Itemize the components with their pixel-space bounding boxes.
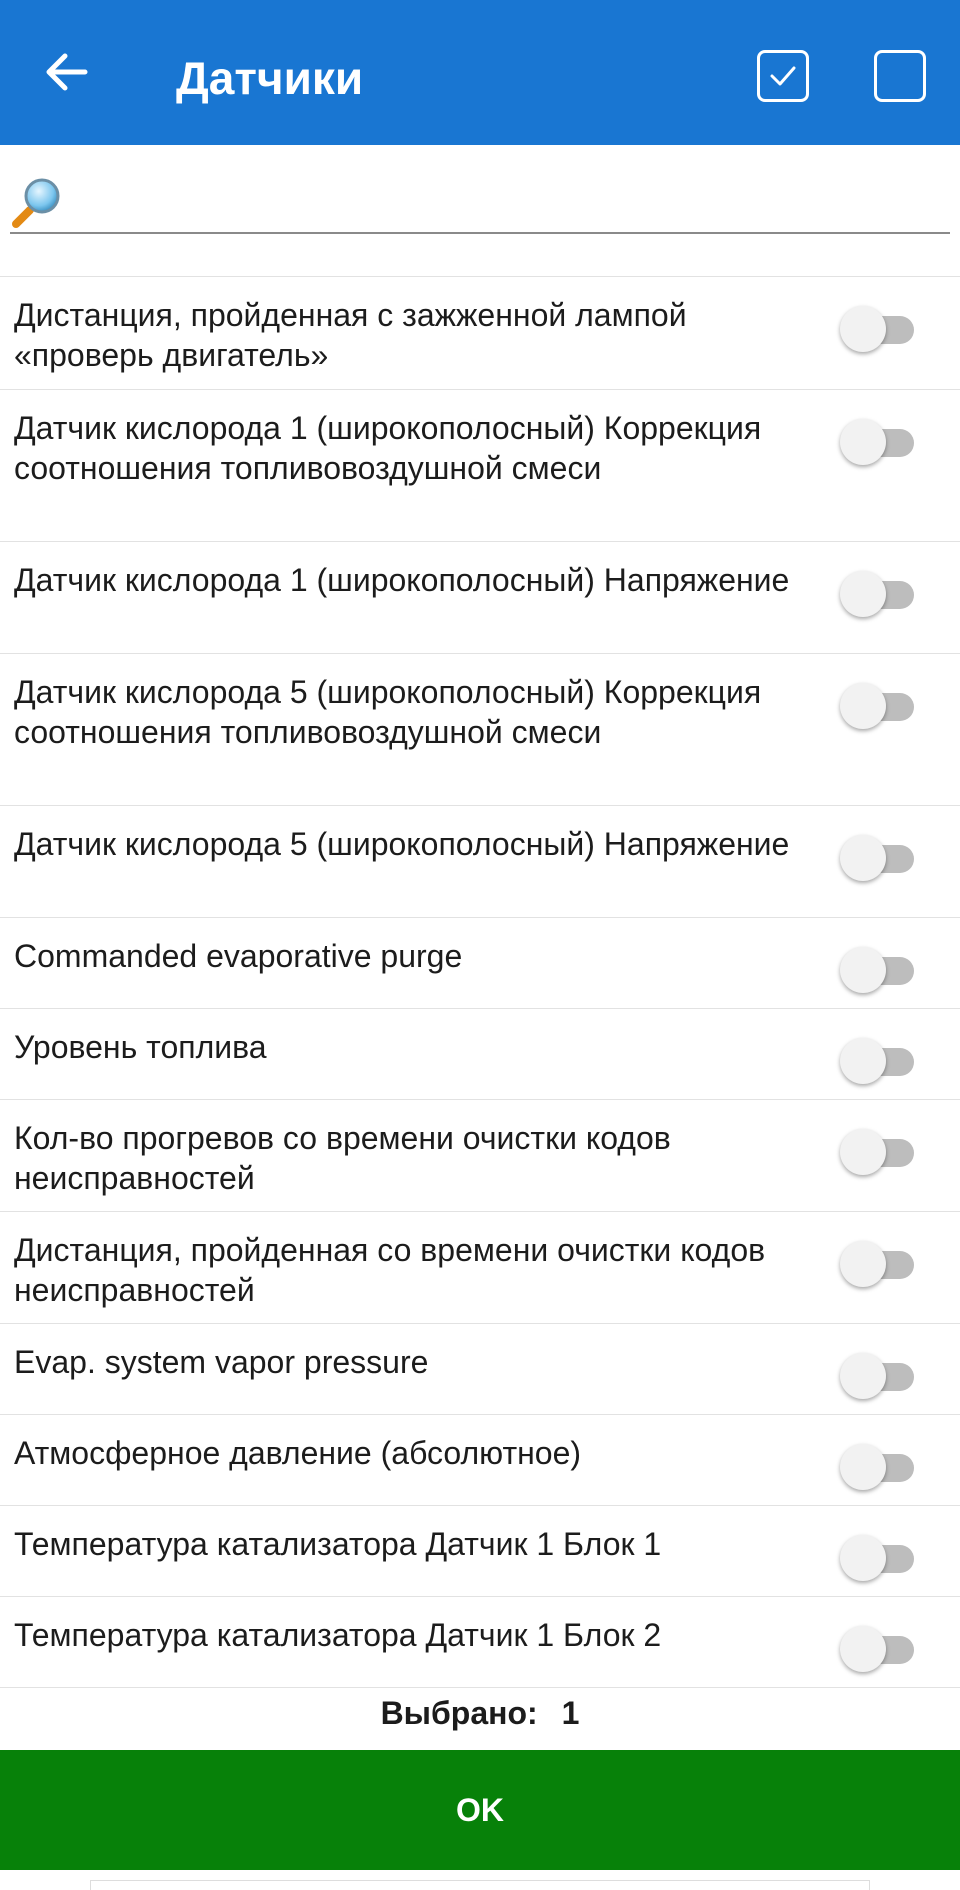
toggle-thumb bbox=[840, 683, 886, 729]
magnifier-icon bbox=[12, 178, 60, 228]
list-item-label: Атмосферное давление (абсолютное) bbox=[14, 1435, 582, 1471]
list-item-label: Кол-во прогревов со времени очистки кодо… bbox=[14, 1120, 671, 1196]
list-item-label: Уровень топлива bbox=[14, 1029, 267, 1065]
selected-count: 1 bbox=[561, 1695, 580, 1731]
toggle-thumb bbox=[840, 835, 886, 881]
bottom-edge bbox=[90, 1880, 870, 1890]
page-title: Датчики bbox=[176, 52, 364, 104]
toggle-switch[interactable] bbox=[840, 566, 920, 620]
list-item[interactable]: Кол-во прогревов со времени очистки кодо… bbox=[0, 1100, 960, 1212]
toggle-switch[interactable] bbox=[840, 1348, 920, 1402]
select-none-button[interactable] bbox=[874, 50, 926, 102]
list-item-label: Датчик кислорода 5 (широкополосный) Корр… bbox=[14, 674, 762, 750]
app-bar: Датчики bbox=[0, 0, 960, 145]
list-item-label: Датчик кислорода 1 (широкополосный) Напр… bbox=[14, 562, 790, 598]
toggle-thumb bbox=[840, 1444, 886, 1490]
list-item-label: Дистанция, пройденная со времени очистки… bbox=[14, 1232, 766, 1308]
list-item[interactable]: Атмосферное давление (абсолютное) bbox=[0, 1415, 960, 1506]
list-item[interactable]: Уровень топлива bbox=[0, 1009, 960, 1100]
toggle-thumb bbox=[840, 419, 886, 465]
list-item[interactable]: Дистанция, пройденная со времени очистки… bbox=[0, 1212, 960, 1324]
list-item-label: Температура катализатора Датчик 1 Блок 1 bbox=[14, 1526, 662, 1562]
toggle-thumb bbox=[840, 1038, 886, 1084]
toggle-switch[interactable] bbox=[840, 414, 920, 468]
selected-label: Выбрано: bbox=[380, 1695, 538, 1731]
toggle-switch[interactable] bbox=[840, 1033, 920, 1087]
toggle-thumb bbox=[840, 1353, 886, 1399]
list-item[interactable]: Evap. system vapor pressure bbox=[0, 1324, 960, 1415]
toggle-thumb bbox=[840, 1626, 886, 1672]
search-bar bbox=[10, 168, 950, 234]
list-item-label: Evap. system vapor pressure bbox=[14, 1344, 429, 1380]
list-item[interactable]: Датчик кислорода 5 (широкополосный) Корр… bbox=[0, 654, 960, 806]
toggle-switch[interactable] bbox=[840, 678, 920, 732]
toggle-thumb bbox=[840, 1535, 886, 1581]
search-input[interactable] bbox=[74, 172, 938, 230]
list-item-label: Температура катализатора Датчик 1 Блок 2 bbox=[14, 1617, 662, 1653]
list-item[interactable]: Датчик кислорода 1 (широкополосный) Корр… bbox=[0, 390, 960, 542]
toggle-switch[interactable] bbox=[840, 1236, 920, 1290]
toggle-thumb bbox=[840, 947, 886, 993]
list-item-label: Датчик кислорода 1 (широкополосный) Корр… bbox=[14, 410, 762, 486]
toggle-switch[interactable] bbox=[840, 830, 920, 884]
list-item[interactable]: Температура катализатора Датчик 1 Блок 1 bbox=[0, 1506, 960, 1597]
toggle-switch[interactable] bbox=[840, 1439, 920, 1493]
list-item[interactable]: Датчик кислорода 5 (широкополосный) Напр… bbox=[0, 806, 960, 918]
toggle-thumb bbox=[840, 1129, 886, 1175]
list-item-label: Commanded evaporative purge bbox=[14, 938, 463, 974]
toggle-thumb bbox=[840, 571, 886, 617]
toggle-switch[interactable] bbox=[840, 301, 920, 355]
selected-summary: Выбрано: 1 bbox=[0, 1693, 960, 1733]
ok-button[interactable]: OK bbox=[0, 1750, 960, 1870]
list-item-label: Датчик кислорода 5 (широкополосный) Напр… bbox=[14, 826, 790, 862]
checkbox-checked-icon bbox=[770, 66, 796, 86]
list-item[interactable]: Температура катализатора Датчик 1 Блок 2 bbox=[0, 1597, 960, 1688]
select-all-button[interactable] bbox=[757, 50, 809, 102]
toggle-switch[interactable] bbox=[840, 1530, 920, 1584]
toggle-thumb bbox=[840, 1241, 886, 1287]
toggle-thumb bbox=[840, 306, 886, 352]
toggle-switch[interactable] bbox=[840, 1621, 920, 1675]
list-item[interactable]: Commanded evaporative purge bbox=[0, 918, 960, 1009]
toggle-switch[interactable] bbox=[840, 1124, 920, 1178]
toggle-switch[interactable] bbox=[840, 942, 920, 996]
arrow-left-icon bbox=[46, 53, 88, 91]
list-item[interactable]: Дистанция, пройденная с зажженной лампой… bbox=[0, 277, 960, 390]
sensor-list: Дистанция, пройденная с зажженной лампой… bbox=[0, 276, 960, 1688]
back-button[interactable] bbox=[36, 42, 96, 102]
list-item-label: Дистанция, пройденная с зажженной лампой… bbox=[14, 297, 687, 373]
list-item[interactable]: Датчик кислорода 1 (широкополосный) Напр… bbox=[0, 542, 960, 654]
